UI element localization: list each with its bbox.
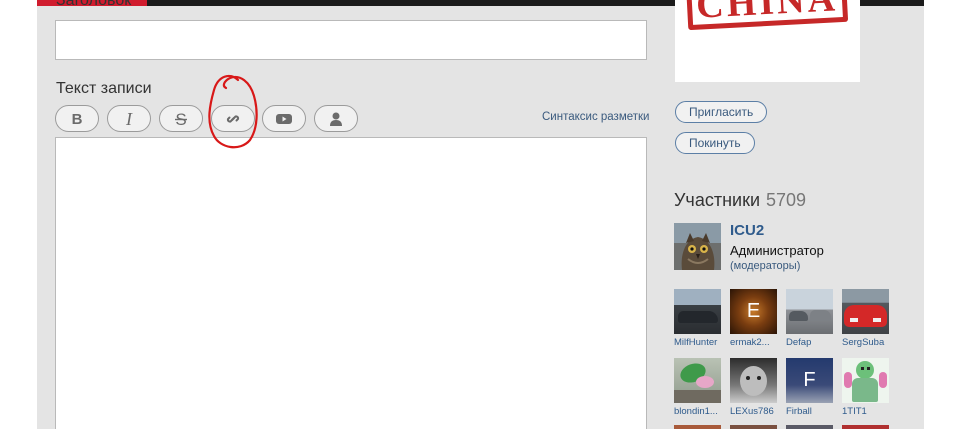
member-row-partial	[842, 425, 889, 429]
bold-icon: B	[72, 112, 83, 126]
member-avatar	[842, 358, 889, 403]
moderators-link[interactable]: (модераторы)	[730, 260, 800, 272]
members-title: Участники	[674, 190, 760, 210]
link-icon	[226, 114, 240, 123]
member-row-partial	[786, 425, 833, 429]
link-button[interactable]	[211, 105, 255, 132]
member-item[interactable]: blondin1...	[674, 358, 721, 417]
member-item[interactable]: 1TIT1	[842, 358, 889, 417]
member-item[interactable]: MilfHunter	[674, 289, 721, 348]
bold-button[interactable]: B	[55, 105, 99, 132]
member-item[interactable]: LEXus786	[730, 358, 777, 417]
members-heading: Участники 5709	[674, 190, 806, 211]
user-icon	[330, 112, 342, 126]
video-button[interactable]	[262, 105, 306, 132]
member-name: ermak2...	[730, 337, 770, 348]
member-name: LEXus786	[730, 406, 774, 417]
invite-button[interactable]: Пригласить	[675, 101, 768, 123]
text-editor[interactable]	[55, 137, 647, 429]
strikethrough-icon: S	[175, 111, 187, 127]
italic-button[interactable]: I	[107, 105, 151, 132]
svg-text:B: B	[72, 112, 83, 126]
member-avatar	[730, 358, 777, 403]
title-input[interactable]	[55, 20, 647, 60]
member-avatar	[786, 289, 833, 334]
owl-avatar-image	[674, 223, 721, 270]
member-row-partial	[730, 425, 777, 429]
member-row-partial	[674, 425, 721, 429]
member-name: MilfHunter	[674, 337, 718, 348]
member-name: Firball	[786, 406, 812, 417]
member-name: 1TIT1	[842, 406, 867, 417]
text-label: Текст записи	[56, 80, 152, 97]
member-avatar: F	[786, 358, 833, 403]
strikethrough-button[interactable]: S	[159, 105, 203, 132]
member-item[interactable]: E ermak2...	[730, 289, 777, 348]
members-count: 5709	[766, 190, 807, 210]
member-name: SergSuba	[842, 337, 885, 348]
member-avatar	[674, 289, 721, 334]
member-avatar: E	[730, 289, 777, 334]
member-item[interactable]: F Firball	[786, 358, 833, 417]
markup-syntax-link[interactable]: Синтаксис разметки	[542, 111, 649, 123]
admin-avatar[interactable]	[674, 223, 721, 270]
member-item[interactable]: Defap	[786, 289, 833, 348]
admin-role: Администратор	[730, 243, 824, 258]
member-avatar	[674, 358, 721, 403]
group-image: CHINA	[675, 0, 860, 82]
admin-name[interactable]: ICU2	[730, 222, 764, 239]
member-avatar	[842, 289, 889, 334]
member-name: Defap	[786, 337, 812, 348]
title-label: Заголовок	[56, 0, 132, 9]
member-item[interactable]: SergSuba	[842, 289, 889, 348]
svg-text:I: I	[125, 111, 133, 127]
user-button[interactable]	[314, 105, 358, 132]
member-name: blondin1...	[674, 406, 718, 417]
italic-icon: I	[125, 111, 133, 127]
leave-button[interactable]: Покинуть	[675, 132, 755, 154]
china-stamp: CHINA	[685, 0, 849, 31]
video-icon	[276, 113, 292, 124]
